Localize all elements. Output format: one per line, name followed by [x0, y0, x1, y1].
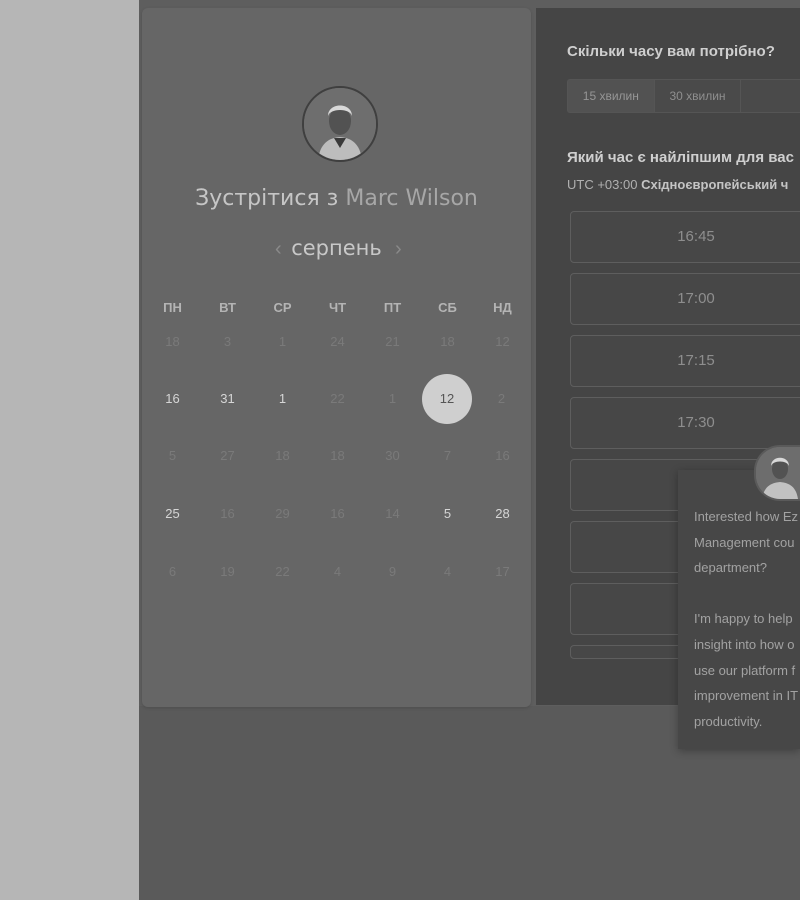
weekday-label: СР: [273, 300, 292, 315]
calendar-day: 12: [495, 334, 510, 349]
weekday-label: ВТ: [219, 300, 236, 315]
time-slot-button[interactable]: 17:30: [570, 397, 800, 449]
calendar-day: 18: [440, 334, 455, 349]
timezone-label: UTC +03:00 Східноєвропейський ч: [567, 177, 788, 192]
calendar-day: 18: [275, 448, 290, 463]
timezone-offset: UTC +03:00: [567, 177, 638, 192]
calendar-day: 6: [168, 564, 177, 579]
calendar-day: 16: [220, 506, 235, 521]
calendar-day: 18: [330, 448, 345, 463]
calendar-day: 2: [497, 391, 506, 406]
time-slot-button[interactable]: 17:15: [570, 335, 800, 387]
chat-popup[interactable]: Interested how Ez Management cou departm…: [678, 470, 800, 749]
host-title: Зустрітися з Marc Wilson: [142, 186, 531, 211]
calendar-day: 21: [385, 334, 400, 349]
calendar-day[interactable]: 28: [475, 496, 530, 532]
month-navigation: ‹ серпень ›: [142, 236, 531, 266]
duration-tab[interactable]: [740, 79, 800, 113]
duration-tab[interactable]: 30 хвилин: [653, 79, 741, 113]
calendar-day: 3: [223, 334, 232, 349]
calendar-day[interactable]: 31: [200, 381, 255, 417]
host-name: Marc Wilson: [345, 186, 478, 211]
timezone-name: Східноєвропейський ч: [641, 177, 789, 192]
calendar-week-row: 6 19 22 4 9 4 17: [145, 554, 530, 590]
weekday-label: ПН: [163, 300, 182, 315]
calendar-day: 1: [278, 334, 287, 349]
calendar-day: 27: [220, 448, 235, 463]
host-title-prefix: Зустрітися з: [195, 186, 339, 211]
calendar-day: 22: [330, 391, 345, 406]
calendar-day: 9: [388, 564, 397, 579]
calendar-day[interactable]: 25: [145, 496, 200, 532]
calendar-day: 17: [495, 564, 510, 579]
calendar-day: 4: [443, 564, 452, 579]
calendar-week-row: 25 16 29 16 14 5 28: [145, 496, 530, 532]
chat-message: Interested how Ez Management cou departm…: [694, 509, 799, 729]
weekday-header: ПН ВТ СР ЧТ ПТ СБ НД: [145, 300, 530, 315]
duration-tab[interactable]: 15 хвилин: [567, 79, 654, 113]
weekday-label: ПТ: [383, 300, 402, 315]
calendar-day-selected[interactable]: 12: [422, 374, 472, 424]
calendar-day[interactable]: 5: [420, 496, 475, 532]
time-slot-button[interactable]: 16:45: [570, 211, 800, 263]
calendar-day: 5: [168, 448, 177, 463]
weekday-label: СБ: [438, 300, 457, 315]
host-avatar: [302, 86, 378, 162]
calendar-day: 4: [333, 564, 342, 579]
calendar-day: 24: [330, 334, 345, 349]
calendar-day[interactable]: 16: [145, 381, 200, 417]
chevron-right-icon[interactable]: ›: [395, 238, 402, 261]
time-slot-button[interactable]: 17:00: [570, 273, 800, 325]
page-background-left: [0, 0, 139, 900]
duration-tabs: 15 хвилин 30 хвилин: [567, 79, 800, 113]
calendar-day: 14: [385, 506, 400, 521]
weekday-label: НД: [493, 300, 512, 315]
calendar-week-row: 5 27 18 18 30 7 16: [145, 438, 530, 474]
month-label: серпень: [291, 236, 382, 260]
calendar-day: 29: [275, 506, 290, 521]
weekday-label: ЧТ: [328, 300, 347, 315]
calendar-week-row: 16 31 1 22 1 12 2: [145, 374, 530, 424]
calendar-week-row: 18 3 1 24 21 18 12: [145, 324, 530, 360]
calendar-day: 19: [220, 564, 235, 579]
chat-avatar[interactable]: [754, 445, 800, 501]
time-question: Який час є найліпшим для вас: [567, 149, 794, 166]
calendar-day: 7: [443, 448, 452, 463]
calendar-day: 16: [495, 448, 510, 463]
calendar-day[interactable]: 1: [255, 381, 310, 417]
calendar-day: 22: [275, 564, 290, 579]
calendar-day: 16: [330, 506, 345, 521]
calendar-day: 30: [385, 448, 400, 463]
calendar-day: 18: [165, 334, 180, 349]
duration-question: Скільки часу вам потрібно?: [567, 43, 775, 60]
calendar-card: Зустрітися з Marc Wilson ‹ серпень › ПН В…: [142, 8, 531, 707]
calendar-day: 1: [388, 391, 397, 406]
